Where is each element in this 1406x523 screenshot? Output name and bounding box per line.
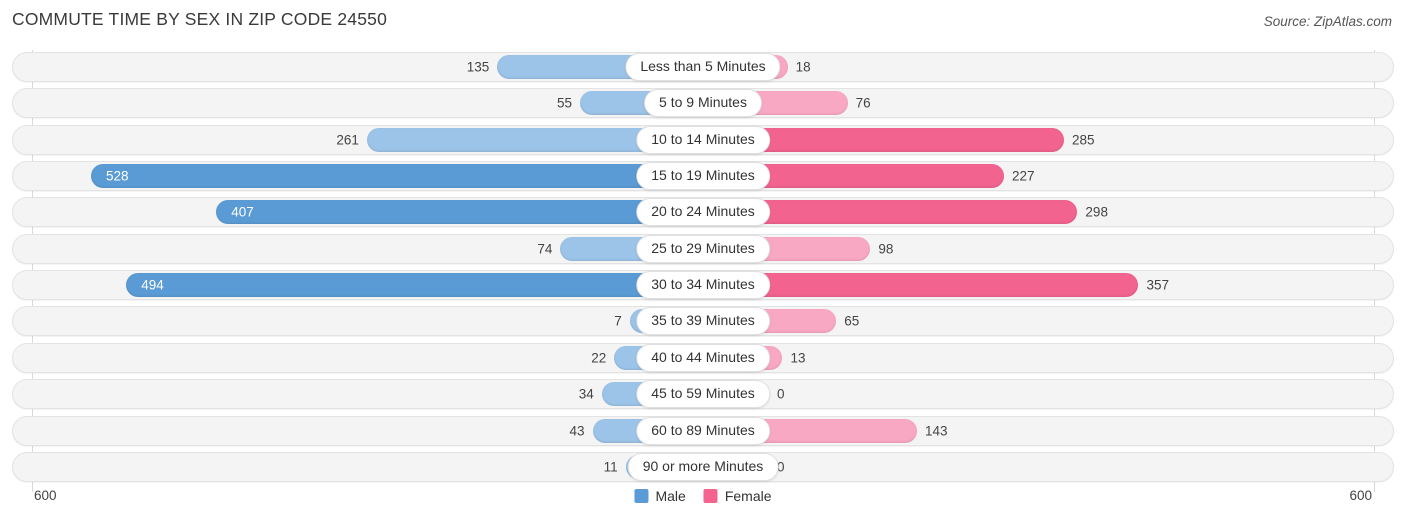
value-label-female: 18 <box>795 59 811 75</box>
table-row: 11 0 90 or more Minutes <box>12 451 1394 482</box>
value-label-female: 65 <box>844 313 860 329</box>
value-label-female: 227 <box>1011 168 1035 184</box>
category-label: Less than 5 Minutes <box>625 53 781 81</box>
table-row: 494 357 30 to 34 Minutes <box>12 270 1394 301</box>
chart-legend: Male Female <box>634 488 772 504</box>
category-label: 5 to 9 Minutes <box>644 89 762 118</box>
category-label: 45 to 59 Minutes <box>636 380 770 409</box>
legend-swatch-icon <box>703 489 718 503</box>
value-label-male: 55 <box>557 95 573 111</box>
category-label: 40 to 44 Minutes <box>636 343 770 372</box>
category-label: 15 to 19 Minutes <box>636 162 770 191</box>
table-row: 407 298 20 to 24 Minutes <box>12 197 1394 228</box>
legend-label: Female <box>724 488 772 504</box>
table-row: 261 285 10 to 14 Minutes <box>12 124 1394 155</box>
value-label-male: 43 <box>569 422 585 438</box>
value-label-female: 13 <box>790 350 806 366</box>
axis-label-left: 600 <box>34 488 57 503</box>
value-label-male: 7 <box>614 313 622 329</box>
commute-time-chart: COMMUTE TIME BY SEX IN ZIP CODE 24550 So… <box>0 0 1406 523</box>
value-label-male: 34 <box>578 386 594 402</box>
value-label-male: 11 <box>603 459 618 475</box>
table-row: 34 0 45 to 59 Minutes <box>12 379 1394 410</box>
legend-item[interactable]: Male <box>634 488 686 504</box>
value-label-male: 261 <box>336 131 359 147</box>
value-label-male: 528 <box>106 168 129 184</box>
table-row: 74 98 25 to 29 Minutes <box>12 233 1394 264</box>
value-label-male: 135 <box>466 59 490 75</box>
value-label-female: 298 <box>1085 204 1108 220</box>
category-label: 30 to 34 Minutes <box>636 271 770 300</box>
plot-area: 135 18 Less than 5 Minutes 55 76 5 to 9 Minut… <box>12 50 1394 492</box>
value-label-male: 74 <box>537 241 553 256</box>
legend-item[interactable]: Female <box>703 488 772 504</box>
page-title: COMMUTE TIME BY SEX IN ZIP CODE 24550 <box>12 9 388 29</box>
category-label: 35 to 39 Minutes <box>636 307 770 336</box>
bar-male <box>215 200 703 225</box>
value-label-female: 143 <box>925 422 948 438</box>
value-label-female: 0 <box>777 386 785 402</box>
legend-swatch-icon <box>634 489 649 503</box>
table-row: 22 13 40 to 44 Minutes <box>12 342 1394 373</box>
table-row: 528 227 15 to 19 Minutes <box>12 161 1394 192</box>
source-attribution: Source: ZipAtlas.com <box>1263 14 1392 29</box>
axis-label-right: 600 <box>1349 488 1372 503</box>
category-label: 60 to 89 Minutes <box>636 416 770 445</box>
value-label-female: 98 <box>878 241 894 256</box>
bar-male <box>125 273 703 298</box>
table-row: 135 18 Less than 5 Minutes <box>12 52 1394 82</box>
legend-label: Male <box>655 488 686 504</box>
value-label-female: 76 <box>855 95 871 111</box>
value-label-male: 407 <box>231 204 254 220</box>
category-label: 90 or more Minutes <box>627 452 779 481</box>
table-row: 7 65 35 to 39 Minutes <box>12 306 1394 337</box>
value-label-female: 285 <box>1071 131 1095 147</box>
value-label-male: 22 <box>591 350 607 366</box>
table-row: 43 143 60 to 89 Minutes <box>12 415 1394 446</box>
value-label-female: 357 <box>1146 277 1170 293</box>
table-row: 55 76 5 to 9 Minutes <box>12 88 1394 119</box>
value-label-male: 494 <box>141 277 164 293</box>
category-label: 10 to 14 Minutes <box>636 125 770 154</box>
bar-male <box>90 164 703 189</box>
category-label: 20 to 24 Minutes <box>636 198 770 227</box>
category-label: 25 to 29 Minutes <box>636 234 770 263</box>
